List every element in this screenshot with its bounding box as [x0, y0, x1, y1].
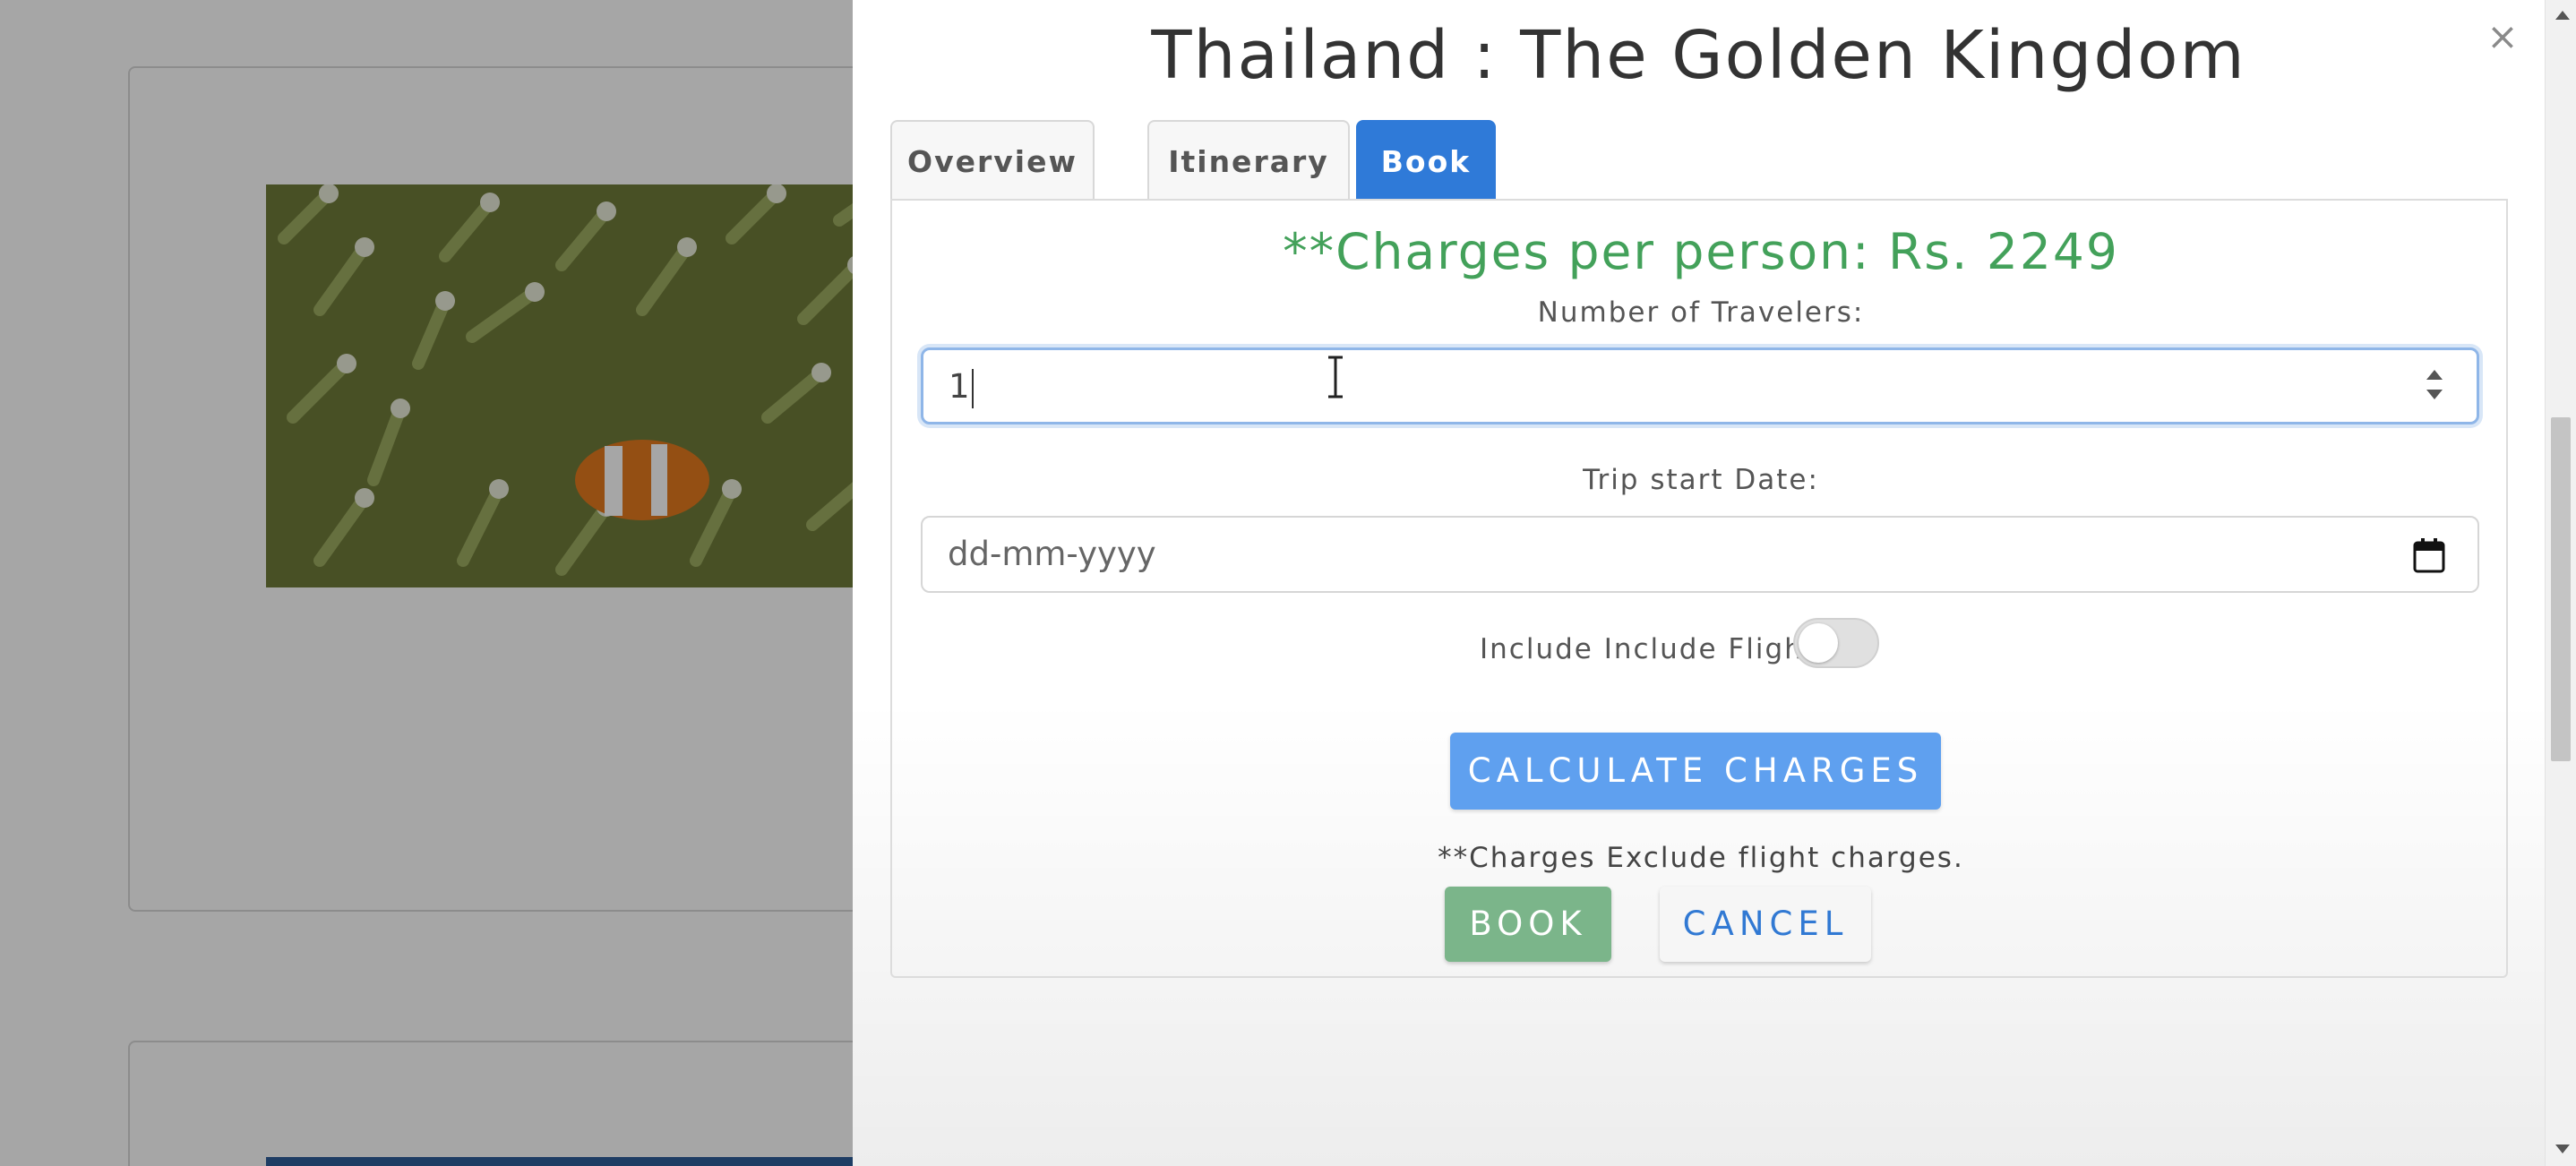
scroll-down-icon[interactable] [2555, 1145, 2570, 1153]
trip-date-input[interactable]: dd-mm-yyyy [921, 516, 2479, 593]
date-placeholder: dd-mm-yyyy [948, 535, 1156, 573]
modal-title: Thailand : The Golden Kingdom [1151, 17, 2246, 94]
charges-per-person: **Charges per person: Rs. 2249 [1283, 223, 2119, 280]
include-flights-label: Include Include Flights: [1480, 633, 1844, 665]
include-flights-toggle[interactable] [1793, 618, 1879, 668]
calendar-icon[interactable] [2413, 537, 2445, 573]
toggle-knob [1799, 623, 1838, 663]
booking-panel: **Charges per person: Rs. 2249 Number of… [890, 199, 2508, 978]
cancel-button[interactable]: CANCEL [1660, 887, 1871, 962]
calculate-charges-button[interactable]: CALCULATE CHARGES [1450, 733, 1941, 810]
scroll-thumb[interactable] [2551, 417, 2571, 761]
stepper-up-icon[interactable] [2426, 370, 2443, 380]
screen: Thailand : The Golden Kingdom × Overview… [0, 0, 2576, 1166]
tab-book[interactable]: Book [1356, 120, 1496, 201]
travelers-input[interactable]: 1 [921, 347, 2479, 424]
tour-modal: Thailand : The Golden Kingdom × Overview… [853, 0, 2545, 1166]
travelers-value: 1 [949, 367, 970, 406]
close-icon[interactable]: × [2480, 14, 2525, 59]
include-flights-row: Include Include Flights: [892, 618, 2510, 675]
book-button[interactable]: BOOK [1445, 887, 1611, 962]
text-caret [971, 368, 974, 408]
tab-overview[interactable]: Overview [890, 120, 1095, 201]
page-scrollbar[interactable] [2545, 0, 2576, 1166]
stepper-down-icon[interactable] [2426, 390, 2443, 399]
charges-note: **Charges Exclude flight charges. [1438, 842, 1964, 874]
number-stepper-icon[interactable] [2426, 366, 2450, 407]
travelers-label: Number of Travelers: [1537, 296, 1865, 329]
scroll-up-icon[interactable] [2555, 11, 2570, 20]
trip-date-label: Trip start Date: [1583, 464, 1819, 496]
text-cursor-icon [1328, 356, 1343, 399]
tab-itinerary[interactable]: Itinerary [1147, 120, 1350, 201]
